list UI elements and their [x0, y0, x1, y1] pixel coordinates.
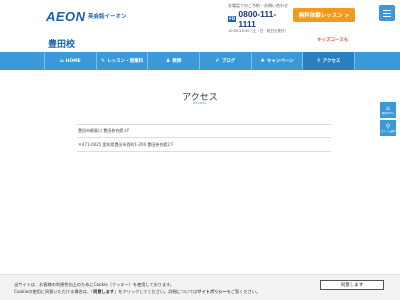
cookie-banner: 当サイトは、お客様の利便性向上のためにCookie（クッキー）を使用しております…: [0, 274, 400, 300]
cookie-text: 当サイトは、お客様の利便性向上のためにCookie（クッキー）を使用しております…: [14, 281, 314, 295]
side-label: スクール検索: [380, 129, 396, 133]
home-icon: ⌂: [59, 58, 64, 64]
address-text: 〒471-0025 愛知県豊田市西町1-200 豊田参合館2 F: [78, 142, 174, 147]
school-top-button[interactable]: ⌂ 教室TOPへ: [380, 102, 396, 118]
phone-number[interactable]: 0800-111-1111: [238, 9, 290, 29]
nav-item-lessons[interactable]: ✎ レッスン・授業料: [95, 52, 148, 70]
school-search-button[interactable]: ⚲ スクール検索: [380, 120, 396, 136]
contact-note: お電話でのご予約・お問い合わせ: [228, 3, 288, 8]
nav-items: ⌂ HOME ✎ レッスン・授業料 ♟ 教師 ✐ ブログ ♣ キャンペーン ⚲ …: [44, 52, 356, 70]
kids-course-link[interactable]: キッズコースも: [317, 37, 348, 43]
menu-line: [383, 12, 391, 14]
menu-line: [383, 15, 391, 17]
nav-label: ブログ: [221, 59, 236, 64]
map-pin-icon: ⚲: [316, 58, 321, 64]
nav-item-blog[interactable]: ✐ ブログ: [199, 52, 251, 70]
cookie-agree-emphasis: 同意します: [93, 289, 115, 294]
free-trial-button[interactable]: 無料体験レッスン >: [293, 8, 355, 22]
nav-label: キャンペーン: [266, 59, 294, 64]
main-nav: ⌂ HOME ✎ レッスン・授業料 ♟ 教師 ✐ ブログ ♣ キャンペーン ⚲ …: [0, 52, 400, 70]
cookie-text-part: 」をクリックしてください。詳細については: [114, 289, 198, 294]
divider: [77, 137, 331, 138]
hamburger-menu-icon[interactable]: [379, 5, 395, 21]
divider: [77, 151, 331, 152]
campaign-icon: ♣: [260, 58, 265, 64]
location-text: 豊田市駅東口 豊田参合館３F: [78, 128, 130, 133]
school-name: 豊田校: [48, 40, 76, 50]
cookie-line-2: Cookieの使用に同意いただける場合は、「同意します」をクリックしてください。…: [14, 288, 314, 295]
nav-item-access[interactable]: ⚲ アクセス: [302, 52, 356, 70]
pen-icon: ✐: [215, 58, 220, 64]
nav-label: レッスン・授業料: [107, 59, 144, 64]
side-label: 教室TOPへ: [381, 111, 395, 115]
cookie-line-1: 当サイトは、お客様の利便性向上のためにCookie（クッキー）を使用しております…: [14, 282, 175, 287]
person-icon: ♟: [165, 58, 171, 64]
nav-item-home[interactable]: ⌂ HOME: [44, 52, 96, 70]
nav-label: アクセス: [322, 59, 341, 64]
menu-line: [383, 9, 391, 11]
nav-label: HOME: [65, 58, 81, 64]
cookie-text-part: Cookieの使用に同意いただける場合は、「: [14, 289, 94, 294]
logo-subtitle: 英会話イーオン: [88, 14, 127, 20]
phone-row: FD 0800-111-1111: [228, 9, 290, 29]
nav-item-campaign[interactable]: ♣ キャンペーン: [250, 52, 303, 70]
site-policy-link[interactable]: サイトポリシー: [197, 289, 226, 294]
divider: [77, 124, 331, 125]
page-subtitle: access: [193, 101, 207, 105]
page: AEON 英会話イーオン お電話でのご予約・お問い合わせ FD 0800-111…: [0, 0, 400, 300]
nav-item-teachers[interactable]: ♟ 教師: [147, 52, 199, 70]
freedial-icon: FD: [228, 16, 237, 22]
cookie-text-part: をご覧ください。: [226, 289, 261, 294]
aeon-logo[interactable]: AEON: [46, 9, 86, 24]
business-hours: 10:00-20:00（土・日・祝日も受付）: [228, 29, 288, 33]
site-header: AEON 英会話イーオン お電話でのご予約・お問い合わせ FD 0800-111…: [0, 0, 400, 34]
nav-label: 教師: [172, 59, 182, 64]
pencil-icon: ✎: [100, 58, 106, 64]
contact-info: お電話でのご予約・お問い合わせ FD 0800-111-1111 10:00-2…: [228, 3, 290, 34]
cookie-agree-button[interactable]: 同意します: [320, 280, 384, 290]
